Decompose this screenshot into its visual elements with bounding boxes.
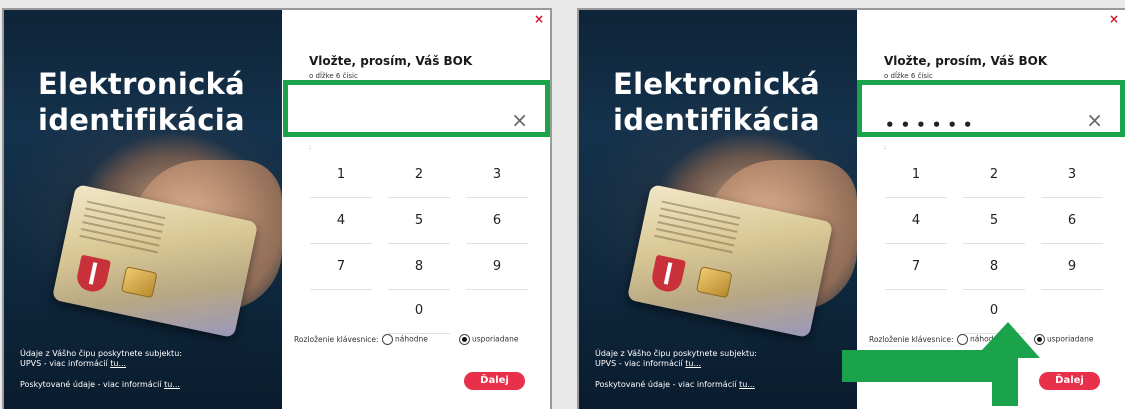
key-7[interactable]: 7 [885,244,947,290]
chip-icon [695,266,733,299]
chip-icon [120,266,158,299]
key-9[interactable]: 9 [466,244,528,290]
upvs-info-link[interactable]: tu... [110,359,126,368]
brand-title: Elektronická identifikácia [613,67,821,137]
pin-input-highlight [283,80,550,137]
upvs-info-link[interactable]: tu... [685,359,701,368]
chip-data-info: Údaje z Vášho čipu poskytnete subjektu: … [595,349,757,368]
keyboard-layout-label: Rozloženie klávesnice: [294,335,379,344]
slovak-emblem-icon [74,254,112,295]
pin-hint: o dĺžke 6 čísic [884,72,933,80]
key-4[interactable]: 4 [885,198,947,244]
brand-panel: Elektronická identifikácia Údaje z Vášho… [4,10,282,409]
next-button[interactable]: Ďalej [464,372,525,390]
key-8[interactable]: 8 [388,244,450,290]
close-icon[interactable]: × [1109,13,1119,25]
key-5[interactable]: 5 [388,198,450,244]
pin-title: Vložte, prosím, Váš BOK [309,54,473,68]
layout-ordered-option[interactable]: usporiadane [459,334,519,345]
brand-panel: Elektronická identifikácia Údaje z Vášho… [579,10,857,409]
key-3[interactable]: 3 [466,152,528,198]
keyboard-layout-selector: Rozloženie klávesnice: náhodne usporiada… [294,334,519,345]
key-8[interactable]: 8 [963,244,1025,290]
key-9[interactable]: 9 [1041,244,1103,290]
key-2[interactable]: 2 [388,152,450,198]
slovak-emblem-icon [649,254,687,295]
pin-panel: × Vložte, prosím, Váš BOK o dĺžke 6 čísi… [282,10,550,409]
provided-data-link[interactable]: tu... [739,380,755,389]
key-6[interactable]: 6 [1041,198,1103,244]
pointer-arrow-icon [842,322,1040,406]
pin-input-highlight [857,80,1125,137]
chip-data-info: Údaje z Vášho čipu poskytnete subjektu: … [20,349,182,368]
key-1[interactable]: 1 [310,152,372,198]
key-6[interactable]: 6 [466,198,528,244]
eid-pin-dialog-empty: Elektronická identifikácia Údaje z Vášho… [2,8,552,409]
close-icon[interactable]: × [534,13,544,25]
key-1[interactable]: 1 [885,152,947,198]
layout-random-option[interactable]: náhodne [382,334,428,345]
provided-data-link[interactable]: tu... [164,380,180,389]
key-0[interactable]: 0 [388,288,450,334]
key-7[interactable]: 7 [310,244,372,290]
key-3[interactable]: 3 [1041,152,1103,198]
key-2[interactable]: 2 [963,152,1025,198]
key-4[interactable]: 4 [310,198,372,244]
provided-data-info: Poskytované údaje - viac informácií tu..… [20,380,180,389]
brand-title: Elektronická identifikácia [38,67,246,137]
provided-data-info: Poskytované údaje - viac informácií tu..… [595,380,755,389]
radio-selected-icon[interactable] [459,334,470,345]
radio-icon[interactable] [382,334,393,345]
key-5[interactable]: 5 [963,198,1025,244]
pin-title: Vložte, prosím, Váš BOK [884,54,1048,68]
pin-hint: o dĺžke 6 čísic [309,72,358,80]
